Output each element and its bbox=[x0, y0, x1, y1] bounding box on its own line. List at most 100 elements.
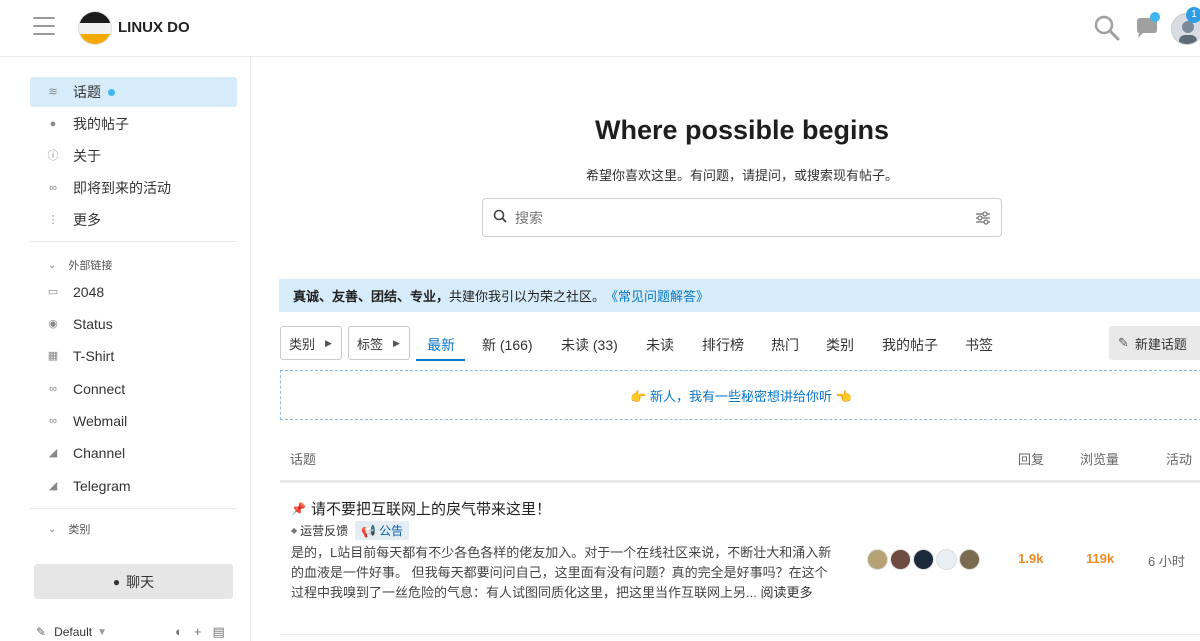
layers-icon: ≋ bbox=[48, 86, 58, 98]
avatar[interactable] bbox=[936, 549, 957, 570]
site-title[interactable]: LINUX DO bbox=[118, 19, 190, 36]
tab-new[interactable]: 新 (166) bbox=[482, 335, 533, 355]
sidebar-item-label: Connect bbox=[73, 381, 126, 397]
sidebar-link-telegram[interactable]: ◢ Telegram bbox=[30, 471, 237, 501]
user-icon: ● bbox=[49, 118, 57, 130]
caret-right-icon: ▶ bbox=[325, 337, 332, 348]
brush-icon: ✎ bbox=[36, 625, 47, 639]
telegram-icon: ◢ bbox=[48, 447, 58, 459]
top-header: LINUX DO 1 bbox=[0, 0, 1200, 57]
avatar[interactable] bbox=[890, 549, 911, 570]
divider bbox=[30, 508, 237, 509]
sidebar-link-channel[interactable]: ◢ Channel bbox=[30, 438, 237, 468]
sidebar-item-label: 2048 bbox=[73, 284, 105, 300]
chat-unread-dot bbox=[1150, 12, 1160, 22]
topic-title[interactable]: 📌 请不要把互联网上的戾气带来这里！ bbox=[291, 498, 551, 519]
section-external-links[interactable]: ⌄ 外部链接 bbox=[48, 257, 112, 273]
header-activity[interactable]: 活动 bbox=[1166, 449, 1192, 468]
newcomer-notice[interactable]: 👉 新人，我有一些秘密想讲给你听 👈 bbox=[280, 370, 1200, 420]
chevron-down-icon: ⌄ bbox=[48, 259, 57, 271]
category-icon: ◆ bbox=[291, 526, 298, 535]
sidebar-link-tshirt[interactable]: ▦ T-Shirt bbox=[30, 341, 237, 371]
link-icon: ∞ bbox=[49, 415, 57, 427]
sidebar-link-status[interactable]: ◉ Status bbox=[30, 309, 237, 339]
banner-text: 共建你我引以为荣之社区。 bbox=[449, 289, 606, 304]
category-badge[interactable]: ◆ 运营反馈 bbox=[291, 522, 348, 539]
poster-avatars bbox=[867, 549, 980, 570]
link-icon: ∞ bbox=[49, 383, 57, 395]
sidebar-item-label: 我的帖子 bbox=[73, 116, 129, 132]
tab-my-posts[interactable]: 我的帖子 bbox=[882, 335, 938, 355]
topic-navigation: 类别 ▶ 标签 ▶ 最新 新 (166) 未读 (33) 未读 排行榜 热门 类别 … bbox=[280, 326, 1200, 362]
sidebar: ≋ 话题 ● 我的帖子 ⓘ 关于 ∞ 即将到来的活动 ⋮ 更多 ⌄ 外部链接 ▭… bbox=[0, 57, 251, 641]
tab-leaderboard[interactable]: 排行榜 bbox=[702, 335, 744, 355]
contrast-icon[interactable]: ◐ bbox=[175, 624, 183, 640]
sidebar-item-label: 话题 bbox=[73, 84, 101, 100]
sidebar-item-label: Status bbox=[73, 316, 113, 332]
header-topic[interactable]: 话题 bbox=[290, 449, 316, 468]
unread-dot bbox=[108, 88, 115, 96]
sidebar-item-more[interactable]: ⋮ 更多 bbox=[30, 205, 237, 235]
chat-button[interactable]: ● 聊天 bbox=[34, 564, 233, 599]
sidebar-link-connect[interactable]: ∞ Connect bbox=[30, 374, 237, 404]
plus-icon[interactable]: + bbox=[194, 624, 202, 640]
telegram-icon: ◢ bbox=[48, 480, 58, 492]
hamburger-icon[interactable] bbox=[33, 17, 55, 37]
chevron-down-icon: ▼ bbox=[97, 626, 107, 638]
banner-bold-text: 真诚、友善、团结、专业， bbox=[293, 289, 450, 304]
header-replies[interactable]: 回复 bbox=[1018, 449, 1044, 468]
tab-latest[interactable]: 最新 bbox=[427, 335, 455, 355]
category-dropdown[interactable]: 类别 ▶ bbox=[280, 326, 342, 360]
sidebar-item-label: 更多 bbox=[73, 212, 101, 228]
tab-unread[interactable]: 未读 bbox=[646, 335, 674, 355]
sidebar-item-label: Webmail bbox=[73, 413, 128, 429]
section-categories[interactable]: ⌄ 类别 bbox=[48, 521, 90, 537]
avatar[interactable] bbox=[959, 549, 980, 570]
info-icon: ⓘ bbox=[47, 150, 59, 162]
search-icon bbox=[493, 209, 507, 226]
divider bbox=[30, 241, 237, 242]
filter-icon[interactable] bbox=[975, 210, 991, 231]
faq-link[interactable]: 《常见问题解答》 bbox=[605, 286, 709, 305]
sidebar-item-my-posts[interactable]: ● 我的帖子 bbox=[30, 109, 237, 139]
caret-right-icon: ▶ bbox=[393, 337, 400, 348]
topic-excerpt: 是的，L站目前每天都有不少各色各样的佬友加入。对于一个在线社区来说，不断壮大和涌… bbox=[291, 545, 832, 600]
header-views[interactable]: 浏览量 bbox=[1080, 449, 1119, 468]
sidebar-item-label: 关于 bbox=[73, 148, 101, 164]
search-input[interactable] bbox=[515, 209, 955, 226]
search-box bbox=[482, 198, 1002, 237]
activity-time[interactable]: 6 小时 bbox=[1148, 551, 1185, 570]
view-count: 119k bbox=[1086, 551, 1115, 566]
topic-list-header: 话题 回复 浏览量 活动 bbox=[280, 440, 1200, 483]
community-banner: 真诚、友善、团结、专业， 共建你我引以为荣之社区。 《常见问题解答》 bbox=[279, 279, 1200, 312]
search-icon[interactable] bbox=[1093, 14, 1121, 42]
tab-bookmarks[interactable]: 书签 bbox=[965, 335, 993, 355]
sidebar-item-label: Telegram bbox=[73, 478, 131, 494]
sidebar-link-webmail[interactable]: ∞ Webmail bbox=[30, 406, 237, 436]
site-logo[interactable] bbox=[78, 11, 112, 45]
pin-icon: 📌 bbox=[291, 501, 306, 516]
new-topic-button[interactable]: ✎ 新建话题 bbox=[1109, 326, 1200, 360]
table-row: 📌 请不要把互联网上的戾气带来这里！ ◆ 运营反馈 📢 公告 是的，L站目前每天… bbox=[280, 485, 1200, 635]
chat-bubble-icon: ● bbox=[112, 574, 121, 589]
sidebar-item-about[interactable]: ⓘ 关于 bbox=[30, 141, 237, 171]
topic-meta: ◆ 运营反馈 📢 公告 bbox=[291, 521, 410, 540]
tag-dropdown[interactable]: 标签 ▶ bbox=[348, 326, 410, 360]
gamepad-icon: ▭ bbox=[47, 286, 59, 298]
notification-badge: 1 bbox=[1186, 7, 1200, 23]
sidebar-item-events[interactable]: ∞ 即将到来的活动 bbox=[30, 173, 237, 203]
tab-unread-count[interactable]: 未读 (33) bbox=[561, 335, 618, 355]
gift-icon: ▦ bbox=[47, 350, 59, 362]
tab-hot[interactable]: 热门 bbox=[771, 335, 799, 355]
avatar[interactable] bbox=[867, 549, 888, 570]
theme-selector[interactable]: ✎ Default ▼ bbox=[36, 625, 107, 639]
avatar[interactable] bbox=[913, 549, 934, 570]
keyboard-icon[interactable]: ▤ bbox=[212, 624, 224, 640]
sidebar-item-topics[interactable]: ≋ 话题 bbox=[30, 77, 237, 107]
read-more-link[interactable]: 阅读更多 bbox=[760, 585, 812, 600]
sidebar-item-label: Channel bbox=[73, 445, 126, 461]
reply-count[interactable]: 1.9k bbox=[1018, 551, 1043, 566]
sidebar-link-2048[interactable]: ▭ 2048 bbox=[30, 277, 237, 307]
tab-categories[interactable]: 类别 bbox=[826, 335, 854, 355]
tag-badge[interactable]: 📢 公告 bbox=[355, 521, 410, 540]
